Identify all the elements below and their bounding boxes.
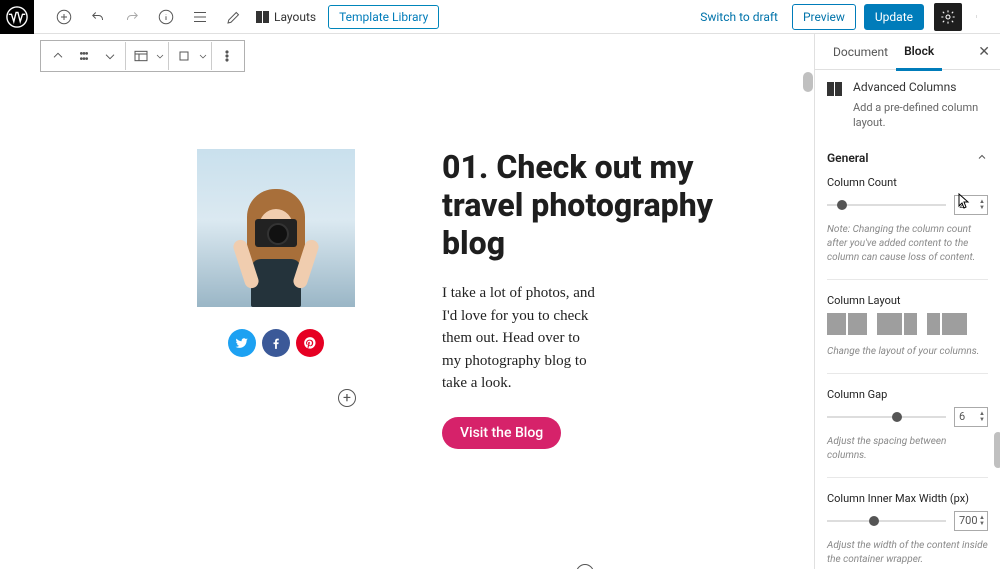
update-button[interactable]: Update (864, 4, 924, 30)
add-block-inline-1[interactable]: + (338, 389, 356, 407)
spinner-icon[interactable]: ▲▼ (979, 199, 985, 211)
facebook-icon[interactable] (262, 329, 290, 357)
tab-block[interactable]: Block (896, 34, 942, 71)
column-count-label: Column Count (827, 176, 988, 189)
sidebar-scrollbar-thumb[interactable] (994, 432, 1000, 468)
visit-blog-button[interactable]: Visit the Blog (442, 417, 561, 449)
column-right[interactable]: 01. Check out my travel photography blog… (356, 149, 756, 449)
block-description-text: Add a pre-defined column layout. (815, 100, 1000, 141)
columns-block[interactable]: 01. Check out my travel photography blog… (196, 149, 756, 449)
redo-button[interactable] (120, 5, 144, 29)
panel-general-label: General (827, 151, 868, 165)
layout-option-33-66[interactable] (927, 313, 967, 335)
column-layout-options (827, 313, 988, 335)
sidebar-close-icon[interactable]: ✕ (978, 44, 990, 60)
preview-button[interactable]: Preview (792, 4, 856, 30)
add-block-inline-2[interactable]: + (576, 564, 594, 569)
top-toolbar: Layouts Template Library Switch to draft… (34, 0, 1000, 34)
editor-canvas: 01. Check out my travel photography blog… (0, 34, 814, 569)
outline-button[interactable] (188, 5, 212, 29)
layouts-button[interactable]: Layouts (256, 10, 316, 24)
photographer-image (197, 149, 355, 307)
more-menu-button[interactable] (968, 9, 988, 25)
social-icons (228, 329, 324, 357)
column-layout-hint: Change the layout of your columns. (827, 345, 988, 359)
template-library-button[interactable]: Template Library (328, 5, 439, 29)
columns-icon (827, 82, 845, 96)
inner-width-input[interactable]: 700 ▲▼ (954, 511, 988, 531)
spinner-icon[interactable]: ▲▼ (979, 411, 985, 423)
column-count-slider[interactable] (827, 204, 946, 206)
content-heading[interactable]: 01. Check out my travel photography blog (442, 149, 756, 262)
layout-option-66-33[interactable] (877, 313, 917, 335)
wordpress-logo[interactable] (0, 0, 34, 34)
panel-general-body: Column Count 2 ▲▼ Note: Changing the col… (815, 176, 1000, 569)
editor-scrollbar-thumb[interactable] (803, 72, 813, 92)
block-name-label: Advanced Columns (853, 80, 956, 94)
panel-general-toggle[interactable]: General (815, 141, 1000, 176)
column-gap-slider[interactable] (827, 416, 946, 418)
twitter-icon[interactable] (228, 329, 256, 357)
column-count-note: Note: Changing the column count after yo… (827, 223, 988, 265)
undo-button[interactable] (86, 5, 110, 29)
switch-to-draft-link[interactable]: Switch to draft (700, 10, 778, 24)
settings-sidebar: Document Block ✕ Advanced Columns Add a … (814, 34, 1000, 569)
sidebar-tabs: Document Block ✕ (815, 34, 1000, 70)
content-paragraph[interactable]: I take a lot of photos, and I'd love for… (442, 282, 598, 395)
inner-width-slider[interactable] (827, 520, 946, 522)
settings-button[interactable] (934, 3, 962, 31)
inner-width-hint: Adjust the width of the content inside t… (827, 539, 988, 567)
block-description-header: Advanced Columns (815, 70, 1000, 100)
info-button[interactable] (154, 5, 178, 29)
column-layout-label: Column Layout (827, 294, 988, 307)
spinner-icon[interactable]: ▲▼ (979, 515, 985, 527)
column-left[interactable] (196, 149, 356, 449)
pinterest-icon[interactable] (296, 329, 324, 357)
column-gap-hint: Adjust the spacing between columns. (827, 435, 988, 463)
tab-document[interactable]: Document (825, 35, 896, 69)
column-gap-label: Column Gap (827, 388, 988, 401)
column-gap-input[interactable]: 6 ▲▼ (954, 407, 988, 427)
chevron-up-icon (976, 151, 988, 166)
add-block-button[interactable] (52, 5, 76, 29)
column-count-input[interactable]: 2 ▲▼ (954, 195, 988, 215)
layout-option-50-50[interactable] (827, 313, 867, 335)
inner-width-label: Column Inner Max Width (px) (827, 492, 988, 505)
edit-button[interactable] (222, 5, 246, 29)
